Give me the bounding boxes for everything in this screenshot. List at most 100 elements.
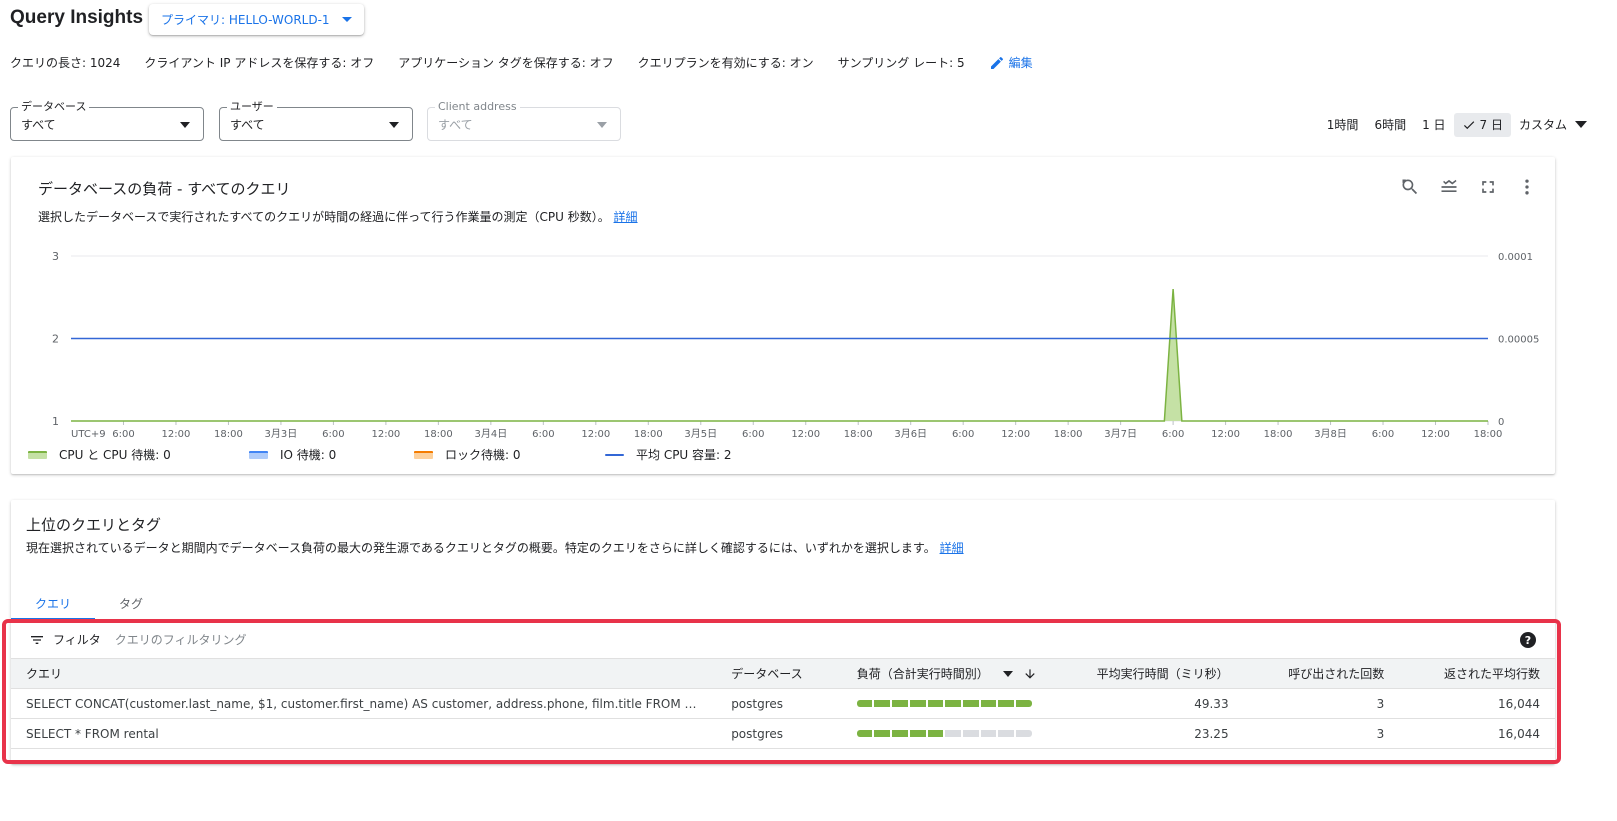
load-bar-segment [945,730,961,737]
filter-icon [31,635,43,644]
x-tick-label: 3月8日 [1314,428,1347,440]
load-bar-segment [892,730,908,737]
x-tick-label: 3月6日 [894,428,927,440]
load-bar [856,730,1032,737]
avg-rows-cell: 16,044 [1399,688,1555,719]
database-cell: postgres [716,688,842,719]
y-tick-label-left: 3 [52,250,59,263]
table-row[interactable]: SELECT CONCAT(customer.last_name, $1, cu… [11,688,1555,719]
x-tick-label: 6:00 [112,429,134,440]
column-header-avg-rows[interactable]: 返された平均行数 [1399,658,1555,689]
x-tick-label: 6:00 [1162,429,1184,440]
load-chart-plot: 1 2 3 0 0.00005 0.0001 UTC+9 6:00 12:00 18:00 3月3日… [52,250,1539,440]
tab-queries[interactable]: クエリ [11,588,95,620]
help-icon[interactable]: ? [1520,632,1536,648]
x-tick-label: 12:00 [371,429,400,440]
load-bar-segment [962,730,979,737]
y-tick-label-right: 0.00005 [1498,335,1539,346]
x-tick-label: UTC+9 [71,429,106,440]
setting-sampling-rate: サンプリング レート: 5 [837,56,965,70]
query-text[interactable]: SELECT CONCAT(customer.last_name, $1, cu… [11,688,717,719]
x-tick-label: 18:00 [634,429,663,440]
legend-swatch [28,450,47,459]
avg-time-cell: 49.33 [1052,688,1244,719]
legend-item-cpu-capacity[interactable]: 平均 CPU 容量: 2 [605,446,732,463]
setting-query-length: クエリの長さ: 1024 [10,56,121,70]
user-select[interactable]: ユーザー すべて [219,100,413,141]
setting-query-plans: クエリプランを有効にする: オン [637,56,814,70]
query-text[interactable]: SELECT * FROM rental [11,718,717,749]
x-tick-label: 12:00 [1421,429,1450,440]
dropdown-arrow-icon[interactable] [1002,670,1013,677]
legend-item-io[interactable]: IO 待機: 0 [249,446,336,463]
x-tick-label: 6:00 [952,429,974,440]
x-tick-label: 6:00 [532,429,554,440]
load-bar-segment [998,730,1015,737]
y-tick-label-right: 0 [1498,417,1504,428]
x-tick-label: 12:00 [791,429,820,440]
load-bar-segment [962,700,979,707]
column-header-avg-time[interactable]: 平均実行時間（ミリ秒） [1052,658,1244,689]
dropdown-arrow-icon [389,122,399,128]
dropdown-arrow-icon [341,17,352,22]
load-bar-segment [874,730,891,737]
time-range-1d[interactable]: 1 日 [1414,113,1453,137]
table-row[interactable]: SELECT * FROM rental postgres 23.25 3 16… [11,718,1555,749]
column-header-query[interactable]: クエリ [11,658,717,689]
dropdown-arrow-icon [180,122,190,128]
x-tick-label: 12:00 [162,429,191,440]
legend-item-lock[interactable]: ロック待機: 0 [414,446,521,463]
filter-input[interactable]: クエリのフィルタリング [115,631,247,648]
top-queries-title: 上位のクエリとタグ [26,516,162,534]
sort-descending-icon[interactable] [1023,667,1037,681]
dropdown-arrow-icon [1575,121,1587,128]
load-bar-segment [1016,700,1032,707]
x-tick-label: 6:00 [742,429,764,440]
dropdown-arrow-icon [597,122,607,128]
edit-settings-button[interactable]: 編集 [989,54,1033,71]
database-cell: postgres [716,718,842,749]
legend-item-cpu[interactable]: CPU と CPU 待機: 0 [28,446,171,463]
setting-client-ip: クライアント IP アドレスを保存する: オフ [144,56,375,70]
y-tick-label-left: 2 [52,333,59,346]
query-filter-bar[interactable]: フィルタ クエリのフィルタリング [29,631,247,648]
time-range-6h[interactable]: 6時間 [1366,113,1414,137]
x-tick-label: 3月7日 [1104,428,1137,440]
time-range-7d[interactable]: 7 日 [1453,112,1511,137]
time-range-1h[interactable]: 1時間 [1319,113,1367,137]
tab-tags[interactable]: タグ [95,588,167,618]
page-title: Query Insights [10,7,144,28]
table-header-row: クエリ データベース 負荷（合計実行時間別） 平均実行時間（ミリ秒） 呼び出され… [11,658,1555,689]
load-bar [856,700,1032,707]
load-bar-segment [1016,730,1032,737]
time-range-selector: 1時間 6時間 1 日 7 日 カスタム [1319,112,1595,137]
load-bar-segment [909,700,926,707]
database-load-card: データベースの負荷 - すべてのクエリ 選択したデータベースで実行されたすべての… [11,157,1555,474]
load-bar-segment [874,700,891,707]
x-tick-label: 12:00 [1001,429,1030,440]
column-header-database[interactable]: データベース [716,658,842,689]
series-line-cpu [71,288,1488,422]
x-tick-label: 3月3日 [265,428,298,440]
x-tick-label: 6:00 [322,429,344,440]
legend-swatch [414,450,433,459]
avg-time-cell: 23.25 [1052,718,1244,749]
database-select[interactable]: データベース すべて [10,100,204,141]
column-header-load[interactable]: 負荷（合計実行時間別） [841,658,1053,689]
top-queries-subtitle: 現在選択されているデータと期間内でデータベース負荷の最大の発生源であるクエリとタ… [26,541,964,555]
x-tick-label: 18:00 [424,429,453,440]
legend-swatch [249,450,268,459]
load-cell [841,718,1053,749]
time-range-custom[interactable]: カスタム [1511,112,1595,137]
load-bar-segment [980,730,997,737]
top-queries-details-link[interactable]: 詳細 [940,541,964,555]
load-cell [841,688,1053,719]
pencil-icon [990,56,1003,69]
load-bar-segment [998,700,1015,707]
y-tick-label-left: 1 [52,415,59,428]
load-bar-segment [927,730,944,737]
load-bar-segment [909,730,926,737]
instance-selector[interactable]: プライマリ: HELLO-WORLD-1 [149,4,364,35]
setting-app-tags: アプリケーション タグを保存する: オフ [398,56,614,70]
column-header-calls[interactable]: 呼び出された回数 [1243,658,1400,689]
